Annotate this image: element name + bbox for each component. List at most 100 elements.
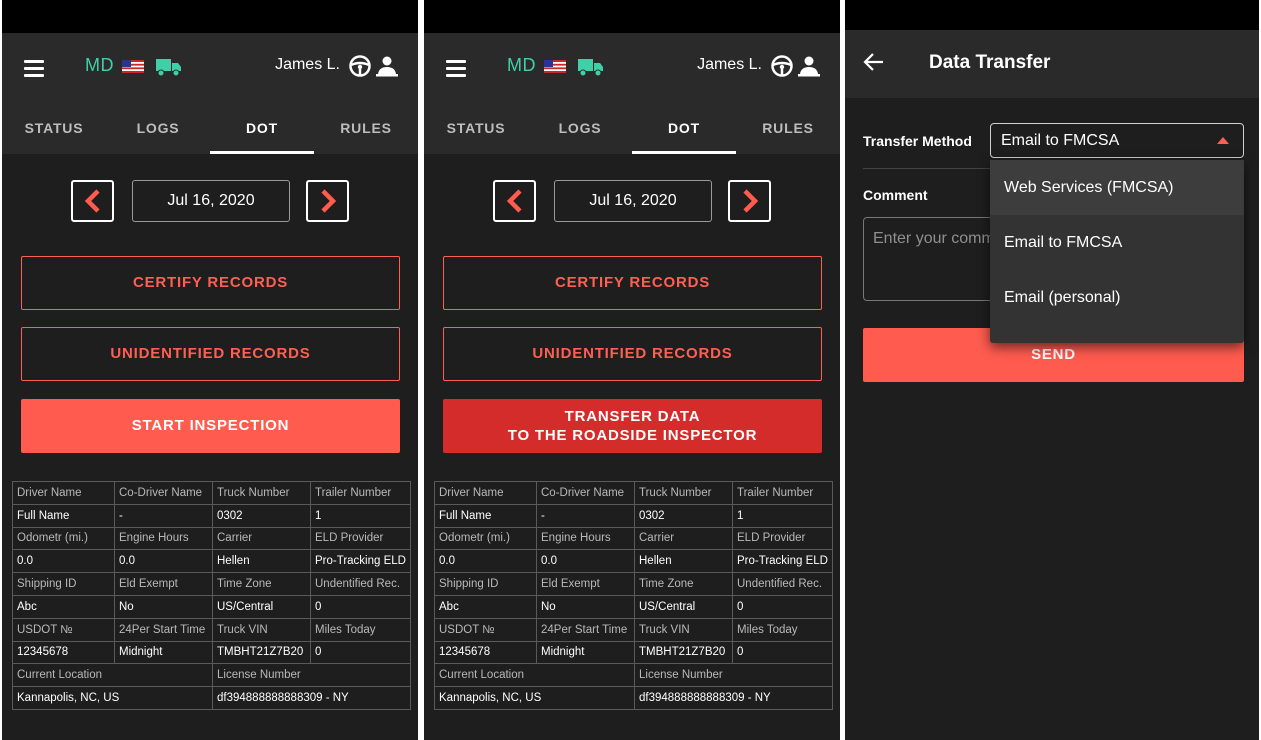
chevron-right-icon [742,189,758,213]
tab-dot[interactable]: DOT [210,101,314,154]
truck-icon [156,59,181,77]
driver-name[interactable]: James L. [697,56,762,74]
table-row: Shipping ID Eld Exempt Time Zone Undentifie… [12,572,411,596]
table-cell: 0.0 [12,549,115,574]
table-cell: Pro-Tracking ELD [732,549,833,574]
table-cell: 0.0 [536,549,635,574]
table-header-cell: Eld Exempt [536,572,635,596]
table-row: Abc No US/Central 0 [12,594,411,619]
table-header-cell: Truck VIN [212,617,311,642]
hamburger-icon[interactable] [24,60,44,77]
table-cell: Abc [12,594,115,619]
tab-status[interactable]: STATUS [2,101,106,154]
table-header-cell: Truck Number [634,481,733,505]
table-cell: 1 [310,503,411,528]
table-row: Full Name -0302 1 [12,503,411,528]
table-header-cell: Co-Driver Name [114,481,213,505]
unidentified-records-button[interactable]: UNIDENTIFIED RECORDS [443,327,822,381]
table-row: 0.0 0.0 Hellen Pro-Tracking ELD [12,549,411,574]
table-header-cell: Driver Name [12,481,115,505]
next-day-button[interactable] [728,180,771,222]
table-header-cell: Carrier [212,526,311,551]
table-header-cell: Undentified Rec. [310,572,411,596]
chevron-left-icon [84,189,100,213]
table-cell: 0 [732,594,833,619]
unidentified-records-button[interactable]: UNIDENTIFIED RECORDS [21,327,400,381]
date-display[interactable]: Jul 16, 2020 [132,180,290,222]
table-row: 0.0 0.0 Hellen Pro-Tracking ELD [434,549,833,574]
table-header-cell: Carrier [634,526,733,551]
table-cell: 0 [310,594,411,619]
table-row: USDOT № 24Per Start Time Truck VIN Miles To… [434,617,833,642]
next-day-button[interactable] [306,180,349,222]
table-row: 12345678 Midnight TMBHT21Z7B20 0 [434,640,833,665]
table-cell: 1 [732,503,833,528]
transfer-method-dropdown: Web Services (FMCSA) Email to FMCSA Emai… [990,160,1244,343]
tab-rules[interactable]: RULES [736,101,840,154]
table-header-cell: Engine Hours [536,526,635,551]
option-email-fmcsa[interactable]: Email to FMCSA [990,215,1244,270]
status-bar [424,0,840,33]
back-arrow-icon[interactable] [863,52,885,72]
previous-day-button[interactable] [71,180,114,222]
steering-wheel-icon[interactable] [770,54,794,78]
table-row: Abc No US/Central 0 [434,594,833,619]
table-row: Driver Name Co-Driver Name Truck Number Tra… [434,481,833,505]
certify-records-button[interactable]: CERTIFY RECORDS [443,256,822,310]
date-navigator: Jul 16, 2020 [424,180,840,222]
transfer-data-button[interactable]: TRANSFER DATA TO THE ROADSIDE INSPECTOR [443,399,822,453]
table-cell: 0302 [634,503,733,528]
table-row: Shipping ID Eld Exempt Time Zone Undentifie… [434,572,833,596]
table-row: Current Location License Number [12,663,411,688]
option-email-personal[interactable]: Email (personal) [990,270,1244,325]
inspection-info-table: Driver Name Co-Driver Name Truck Number Tra… [12,481,411,710]
app-bar: MD James L. [424,33,840,101]
table-header-cell: Time Zone [212,572,311,596]
driver-name[interactable]: James L. [275,56,340,74]
table-cell: df394888888888309 - NY [212,686,411,710]
table-header-cell: 24Per Start Time [536,617,635,642]
table-cell: Pro-Tracking ELD [310,549,411,574]
transfer-method-select[interactable]: Email to FMCSA [990,123,1244,158]
table-header-cell: Miles Today [310,617,411,642]
table-cell: - [536,503,635,528]
table-header-cell: Odometr (mi.) [434,526,537,551]
table-row: USDOT № 24Per Start Time Truck VIN Miles To… [12,617,411,642]
status-bar [845,0,1259,30]
inspection-info-table: Driver Name Co-Driver Name Truck Number Tra… [434,481,833,710]
table-cell: Full Name [12,503,115,528]
codriver-icon[interactable] [376,55,398,77]
table-header-cell: Shipping ID [434,572,537,596]
us-flag-icon [544,60,566,73]
page-title: Data Transfer [929,52,1051,73]
table-header-cell: Trailer Number [310,481,411,505]
table-header-cell: ELD Provider [732,526,833,551]
option-web-services[interactable]: Web Services (FMCSA) [990,160,1244,215]
table-cell: Kannapolis, NC, US [434,686,635,710]
table-header-cell: USDOT № [12,617,115,642]
date-display[interactable]: Jul 16, 2020 [554,180,712,222]
transfer-data-label-line1: TRANSFER DATA [564,408,701,425]
hamburger-icon[interactable] [446,60,466,77]
certify-records-button[interactable]: CERTIFY RECORDS [21,256,400,310]
steering-wheel-icon[interactable] [348,54,372,78]
tab-logs[interactable]: LOGS [528,101,632,154]
tab-status[interactable]: STATUS [424,101,528,154]
codriver-icon[interactable] [798,55,820,77]
previous-day-button[interactable] [493,180,536,222]
tab-dot[interactable]: DOT [632,101,736,154]
table-cell: US/Central [212,594,311,619]
start-inspection-button[interactable]: START INSPECTION [21,399,400,453]
tab-bar: STATUS LOGS DOT RULES [424,101,840,154]
table-cell: 0302 [212,503,311,528]
data-transfer-screen: Data Transfer Transfer Method Email to F… [845,0,1259,740]
tab-logs[interactable]: LOGS [106,101,210,154]
table-cell: Midnight [114,640,213,665]
app-bar: Data Transfer [845,30,1259,98]
tab-rules[interactable]: RULES [314,101,418,154]
table-header-cell: License Number [212,663,411,688]
table-header-cell: 24Per Start Time [114,617,213,642]
table-cell: - [114,503,213,528]
dot-inspection-screen: MD James L. STATUS LOGS DOT RULES Jul 16… [424,0,840,740]
table-cell: 0 [310,640,411,665]
